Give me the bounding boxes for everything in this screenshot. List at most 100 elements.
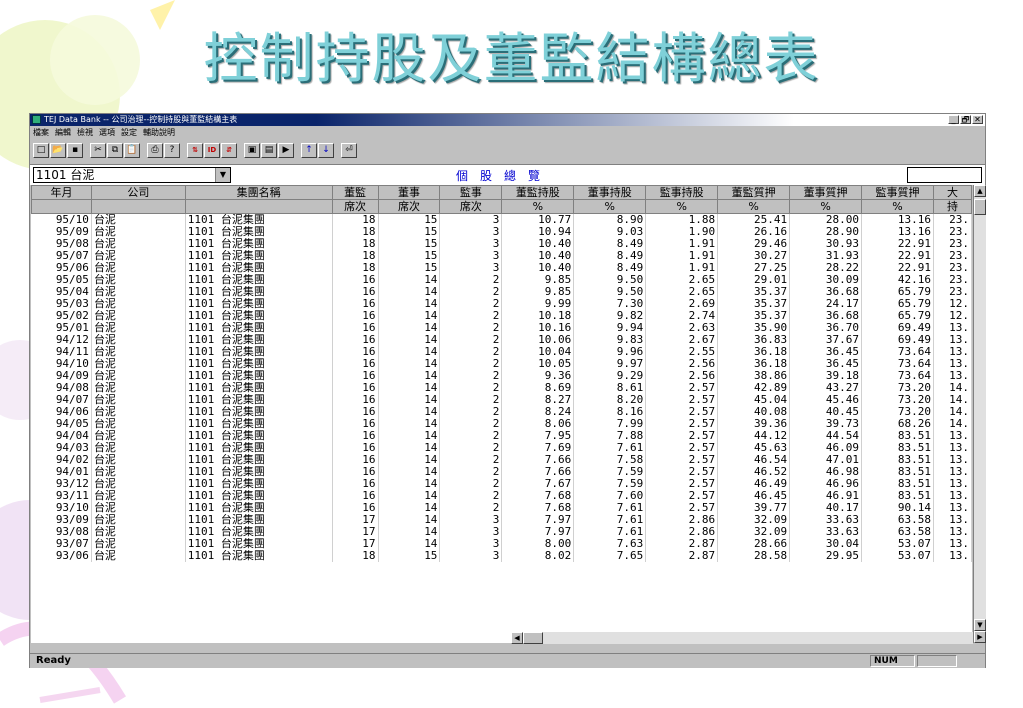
- column-header[interactable]: %: [501, 199, 575, 214]
- column-header[interactable]: %: [573, 199, 647, 214]
- table-row[interactable]: 94/03 台泥 1101 台泥集團 16 14 2 7.69 7.61 2.57 45.63 46…: [31, 442, 972, 454]
- hscroll-thumb[interactable]: [523, 632, 543, 644]
- restore-button[interactable]: 🗗: [960, 115, 971, 124]
- table-row[interactable]: 94/07 台泥 1101 台泥集團 16 14 2 8.27 8.20 2.57 45.04 45…: [31, 394, 972, 406]
- table-row[interactable]: 94/08 台泥 1101 台泥集團 16 14 2 8.69 8.61 2.57 42.89 43…: [31, 382, 972, 394]
- table-row[interactable]: 93/10 台泥 1101 台泥集團 16 14 2 7.68 7.61 2.57 39.77 40…: [31, 502, 972, 514]
- search-input[interactable]: [907, 167, 982, 183]
- column-header[interactable]: 集團名稱: [184, 185, 333, 200]
- table-row[interactable]: 93/09 台泥 1101 台泥集團 17 14 3 7.97 7.61 2.86 32.09 33…: [31, 514, 972, 526]
- table-row[interactable]: 95/09 台泥 1101 台泥集團 18 15 3 10.94 9.03 1.90 26.16 2…: [31, 226, 972, 238]
- table-cell: 7.61: [573, 502, 647, 514]
- table-row[interactable]: 93/08 台泥 1101 台泥集團 17 14 3 7.97 7.61 2.86 32.09 33…: [31, 526, 972, 538]
- table-row[interactable]: 94/12 台泥 1101 台泥集團 16 14 2 10.06 9.83 2.67 36.83 3…: [31, 334, 972, 346]
- menu-file[interactable]: 檔案: [30, 127, 52, 139]
- close-button[interactable]: ✕: [972, 115, 983, 124]
- column-header[interactable]: 監事質押: [861, 185, 934, 200]
- scroll-up-icon[interactable]: ▲: [974, 185, 986, 197]
- column-header[interactable]: [184, 199, 333, 214]
- table-row[interactable]: 93/07 台泥 1101 台泥集團 17 14 3 8.00 7.63 2.87 28.66 30…: [31, 538, 972, 550]
- table-cell: 1101 台泥集團: [185, 526, 333, 538]
- column-header[interactable]: [31, 199, 92, 214]
- table-row[interactable]: 93/06 台泥 1101 台泥集團 18 15 3 8.02 7.65 2.87 28.58 29…: [31, 550, 972, 562]
- menu-settings[interactable]: 設定: [118, 127, 140, 139]
- column-header[interactable]: 席次: [439, 199, 503, 214]
- paste-icon[interactable]: 📋: [124, 142, 140, 158]
- horizontal-scrollbar[interactable]: ◀: [511, 632, 973, 644]
- column-header[interactable]: %: [861, 199, 934, 214]
- table-row[interactable]: 95/08 台泥 1101 台泥集團 18 15 3 10.40 8.49 1.91 29.46 3…: [31, 238, 972, 250]
- table-row[interactable]: 94/05 台泥 1101 台泥集團 16 14 2 8.06 7.99 2.57 39.36 39…: [31, 418, 972, 430]
- table-row[interactable]: 95/03 台泥 1101 台泥集團 16 14 2 9.99 7.30 2.69 35.37 24…: [31, 298, 972, 310]
- table-row[interactable]: 95/02 台泥 1101 台泥集團 16 14 2 10.18 9.82 2.74 35.37 3…: [31, 310, 972, 322]
- export-icon[interactable]: ▣: [244, 142, 260, 158]
- open-icon[interactable]: 📂: [50, 142, 66, 158]
- export2-icon[interactable]: ▤: [261, 142, 277, 158]
- table-row[interactable]: 94/01 台泥 1101 台泥集團 16 14 2 7.66 7.59 2.57 46.52 46…: [31, 466, 972, 478]
- table-row[interactable]: 95/10 台泥 1101 台泥集團 18 15 3 10.77 8.90 1.88 25.41 2…: [31, 213, 972, 226]
- id-icon[interactable]: ID: [204, 142, 220, 158]
- column-header[interactable]: 董監: [331, 185, 379, 200]
- save-icon[interactable]: ▪: [67, 142, 83, 158]
- column-header[interactable]: 大: [932, 185, 972, 200]
- help-icon[interactable]: ?: [164, 142, 180, 158]
- table-cell: 17: [332, 538, 379, 550]
- column-header[interactable]: 董監持股: [501, 185, 575, 200]
- column-header[interactable]: 董事質押: [789, 185, 863, 200]
- column-header[interactable]: %: [645, 199, 719, 214]
- scroll-left-icon[interactable]: ◀: [511, 632, 523, 644]
- column-header[interactable]: [90, 199, 186, 214]
- column-header[interactable]: 年月: [31, 185, 92, 200]
- sort-icon[interactable]: ⇅: [187, 142, 203, 158]
- menu-edit[interactable]: 編輯: [52, 127, 74, 139]
- column-header[interactable]: 董監質押: [717, 185, 791, 200]
- column-header[interactable]: 監事持股: [645, 185, 719, 200]
- scroll-thumb[interactable]: [974, 199, 986, 215]
- print-icon[interactable]: ⎙: [147, 142, 163, 158]
- data-grid[interactable]: 年月 公司 集團名稱 董監 董事 監事 董監持股 董事持股 監事持股 董監質押 董事質押 監事質押大席…: [31, 185, 972, 643]
- column-header[interactable]: 董事: [377, 185, 441, 200]
- table-row[interactable]: 94/11 台泥 1101 台泥集團 16 14 2 10.04 9.96 2.55 36.18 3…: [31, 346, 972, 358]
- table-row[interactable]: 95/04 台泥 1101 台泥集團 16 14 2 9.85 9.50 2.65 35.37 36…: [31, 286, 972, 298]
- window-titlebar[interactable]: TEJ Data Bank -- 公司治理--控制持股與董監結構主表 _ 🗗 ✕: [30, 114, 985, 126]
- table-cell: 29.95: [789, 550, 863, 562]
- copy-icon[interactable]: ⧉: [107, 142, 123, 158]
- table-row[interactable]: 93/11 台泥 1101 台泥集團 16 14 2 7.68 7.60 2.57 46.45 46…: [31, 490, 972, 502]
- table-row[interactable]: 95/07 台泥 1101 台泥集團 18 15 3 10.40 8.49 1.91 30.27 3…: [31, 250, 972, 262]
- table-cell: 2.86: [645, 526, 719, 538]
- column-header[interactable]: %: [789, 199, 863, 214]
- table-row[interactable]: 94/09 台泥 1101 台泥集團 16 14 2 9.36 9.29 2.56 38.86 39…: [31, 370, 972, 382]
- column-header[interactable]: 席次: [331, 199, 379, 214]
- menu-help[interactable]: 輔助說明: [140, 127, 178, 139]
- table-row[interactable]: 94/10 台泥 1101 台泥集團 16 14 2 10.05 9.97 2.56 36.18 3…: [31, 358, 972, 370]
- table-row[interactable]: 95/01 台泥 1101 台泥集團 16 14 2 10.16 9.94 2.63 35.90 3…: [31, 322, 972, 334]
- menu-view[interactable]: 檢視: [74, 127, 96, 139]
- column-header[interactable]: 持: [932, 199, 972, 214]
- scroll-down-icon[interactable]: ▼: [974, 619, 986, 631]
- exit-icon[interactable]: ⏎: [341, 142, 357, 158]
- down-arrow-icon[interactable]: ↓: [318, 142, 334, 158]
- filter-icon[interactable]: ⇵: [221, 142, 237, 158]
- column-header[interactable]: 席次: [377, 199, 441, 214]
- column-header[interactable]: 監事: [439, 185, 503, 200]
- cut-icon[interactable]: ✂: [90, 142, 106, 158]
- chevron-down-icon[interactable]: ▼: [215, 168, 230, 182]
- table-row[interactable]: 94/02 台泥 1101 台泥集團 16 14 2 7.66 7.58 2.57 46.54 47…: [31, 454, 972, 466]
- column-header[interactable]: 公司: [90, 185, 186, 200]
- table-row[interactable]: 94/04 台泥 1101 台泥集團 16 14 2 7.95 7.88 2.57 44.12 44…: [31, 430, 972, 442]
- column-header[interactable]: 董事持股: [573, 185, 647, 200]
- vertical-scrollbar[interactable]: ▲ ▼ ▶: [973, 185, 986, 643]
- table-row[interactable]: 93/12 台泥 1101 台泥集團 16 14 2 7.67 7.59 2.57 46.49 46…: [31, 478, 972, 490]
- company-select[interactable]: 1101 台泥 ▼: [33, 167, 231, 183]
- minimize-button[interactable]: _: [948, 115, 959, 124]
- table-row[interactable]: 95/06 台泥 1101 台泥集團 18 15 3 10.40 8.49 1.91 27.25 2…: [31, 262, 972, 274]
- export3-icon[interactable]: ▶: [278, 142, 294, 158]
- table-row[interactable]: 95/05 台泥 1101 台泥集團 16 14 2 9.85 9.50 2.65 29.01 30…: [31, 274, 972, 286]
- menu-options[interactable]: 選項: [96, 127, 118, 139]
- scroll-right-icon[interactable]: ▶: [974, 631, 986, 643]
- new-icon[interactable]: □: [33, 142, 49, 158]
- slide-title: 控制持股及董監結構總表: [203, 27, 820, 90]
- up-arrow-icon[interactable]: ↑: [301, 142, 317, 158]
- column-header[interactable]: %: [717, 199, 791, 214]
- table-row[interactable]: 94/06 台泥 1101 台泥集團 16 14 2 8.24 8.16 2.57 40.08 40…: [31, 406, 972, 418]
